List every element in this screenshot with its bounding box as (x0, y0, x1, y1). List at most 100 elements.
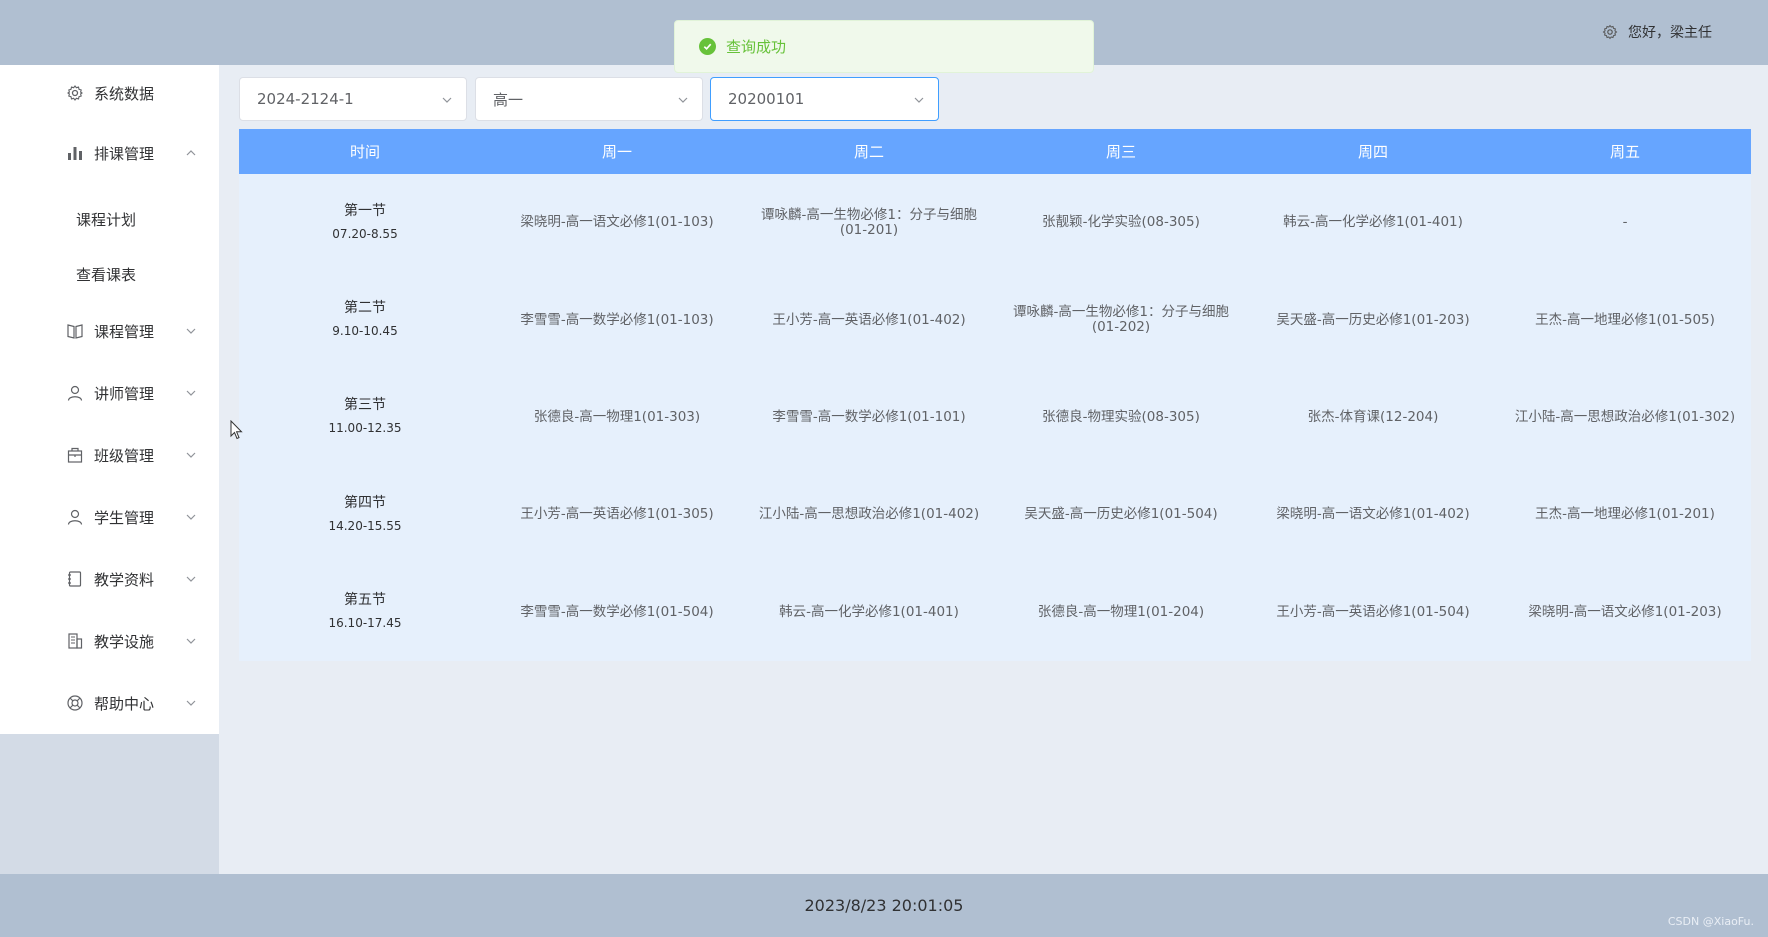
sidebar-subitem-label: 查看课表 (76, 265, 137, 284)
period-label: 第四节 (344, 494, 386, 511)
period-time: 07.20-8.55 (332, 226, 398, 241)
period-time: 9.10-10.45 (332, 324, 398, 339)
user-icon (67, 509, 83, 525)
class-cell[interactable]: 江小陆-高一思想政治必修1(01-302) (1499, 369, 1751, 466)
grade-select-value: 高一 (493, 90, 524, 109)
footer: 2023/8/23 20:01:05 CSDN @XiaoFu. (0, 874, 1768, 937)
sidebar-item-student-management[interactable]: 学生管理 (0, 489, 219, 545)
sidebar-item-label: 系统数据 (94, 84, 155, 103)
period-cell: 第三节 11.00-12.35 (239, 369, 491, 466)
sidebar-item-label: 排课管理 (94, 144, 155, 163)
class-cell[interactable]: 韩云-高一化学必修1(01-401) (1247, 174, 1499, 271)
class-cell[interactable]: 江小陆-高一思想政治必修1(01-402) (743, 466, 995, 563)
class-cell[interactable]: 谭咏麟-高一生物必修1：分子与细胞(01-201) (743, 174, 995, 271)
class-cell[interactable]: 张德良-高一物理1(01-303) (491, 369, 743, 466)
class-cell[interactable]: 王杰-高一地理必修1(01-505) (1499, 271, 1751, 368)
building-icon (67, 447, 83, 463)
sidebar-item-help-center[interactable]: 帮助中心 (0, 675, 219, 731)
class-cell[interactable]: 梁晓明-高一语文必修1(01-103) (491, 174, 743, 271)
sidebar-item-label: 教学设施 (94, 632, 155, 651)
sidebar-item-label: 教学资料 (94, 570, 155, 589)
sidebar-item-scheduling[interactable]: 排课管理 (0, 125, 219, 181)
class-cell[interactable]: 张靓颖-化学实验(08-305) (995, 174, 1247, 271)
sidebar-subitem-view-timetable[interactable]: 查看课表 (0, 249, 219, 299)
term-select-value: 2024-2124-1 (257, 90, 354, 108)
class-cell[interactable]: 李雪雪-高一数学必修1(01-103) (491, 271, 743, 368)
header-tuesday: 周二 (853, 143, 884, 161)
class-select-value: 20200101 (728, 90, 805, 108)
class-cell[interactable]: 梁晓明-高一语文必修1(01-203) (1499, 564, 1751, 661)
class-cell[interactable]: 王小芳-高一英语必修1(01-402) (743, 271, 995, 368)
timetable-body: 第一节 07.20-8.55 梁晓明-高一语文必修1(01-103) 谭咏麟-高… (239, 174, 1751, 661)
period-label: 第二节 (344, 300, 386, 317)
chevron-down-icon (442, 97, 452, 103)
period-label: 第一节 (344, 202, 386, 219)
chevron-down-icon (914, 97, 924, 103)
class-cell[interactable]: 张德良-高一物理1(01-204) (995, 564, 1247, 661)
class-cell[interactable]: 韩云-高一化学必修1(01-401) (743, 564, 995, 661)
header-friday: 周五 (1609, 143, 1640, 161)
term-select[interactable]: 2024-2124-1 (239, 77, 467, 121)
class-cell[interactable]: 李雪雪-高一数学必修1(01-504) (491, 564, 743, 661)
sidebar-item-label: 学生管理 (94, 508, 155, 527)
gear-icon (67, 85, 83, 101)
gear-icon[interactable] (1602, 24, 1618, 40)
period-time: 14.20-15.55 (328, 518, 402, 533)
class-cell[interactable]: 王杰-高一地理必修1(01-201) (1499, 466, 1751, 563)
class-cell[interactable]: - (1499, 174, 1751, 271)
header-time: 时间 (349, 143, 380, 161)
period-cell: 第四节 14.20-15.55 (239, 466, 491, 563)
period-time: 16.10-17.45 (328, 616, 402, 631)
sidebar-item-teaching-facilities[interactable]: 教学设施 (0, 613, 219, 669)
chevron-down-icon (186, 514, 196, 520)
user-greeting: 您好，梁主任 (1628, 25, 1712, 41)
class-cell[interactable]: 谭咏麟-高一生物必修1：分子与细胞(01-202) (995, 271, 1247, 368)
sidebar-item-label: 讲师管理 (94, 384, 155, 403)
table-row: 第三节 11.00-12.35 张德良-高一物理1(01-303) 李雪雪-高一… (239, 369, 1751, 466)
notebook-icon (68, 571, 82, 587)
sidebar: 系统数据 排课管理 课程计划 查看课表 课程管理 讲师管理 班级管理 学生管理 … (0, 65, 219, 734)
office-icon (68, 633, 83, 649)
user-area[interactable]: 您好，梁主任 (1602, 22, 1712, 42)
timetable: 时间 周一 周二 周三 周四 周五 第一节 07.20-8.55 梁晓明-高一语… (239, 129, 1751, 661)
toast-message: 查询成功 (726, 38, 787, 56)
sidebar-item-course-management[interactable]: 课程管理 (0, 303, 219, 359)
sidebar-filler (0, 734, 219, 874)
class-cell[interactable]: 李雪雪-高一数学必修1(01-101) (743, 369, 995, 466)
user-icon (67, 385, 83, 401)
sidebar-item-label: 班级管理 (94, 446, 155, 465)
chevron-up-icon (186, 150, 196, 156)
sidebar-item-class-management[interactable]: 班级管理 (0, 427, 219, 483)
chevron-down-icon (186, 638, 196, 644)
success-toast: 查询成功 (674, 20, 1094, 73)
sidebar-subitem-course-plan[interactable]: 课程计划 (0, 194, 219, 244)
chevron-down-icon (186, 390, 196, 396)
sidebar-item-teaching-materials[interactable]: 教学资料 (0, 551, 219, 607)
sidebar-item-label: 课程管理 (94, 322, 155, 341)
table-row: 第五节 16.10-17.45 李雪雪-高一数学必修1(01-504) 韩云-高… (239, 564, 1751, 661)
class-cell[interactable]: 梁晓明-高一语文必修1(01-402) (1247, 466, 1499, 563)
class-cell[interactable]: 王小芳-高一英语必修1(01-504) (1247, 564, 1499, 661)
period-cell: 第一节 07.20-8.55 (239, 174, 491, 271)
sidebar-item-label: 帮助中心 (94, 694, 155, 713)
watermark: CSDN @XiaoFu. (1667, 915, 1754, 928)
mouse-cursor-icon (230, 420, 243, 440)
class-cell[interactable]: 王小芳-高一英语必修1(01-305) (491, 466, 743, 563)
header-monday: 周一 (601, 143, 632, 161)
sidebar-subitem-label: 课程计划 (76, 210, 137, 229)
chevron-down-icon (186, 452, 196, 458)
footer-datetime: 2023/8/23 20:01:05 (804, 896, 964, 915)
grade-select[interactable]: 高一 (475, 77, 703, 121)
class-select[interactable]: 20200101 (710, 77, 939, 121)
sidebar-item-lecturer-management[interactable]: 讲师管理 (0, 365, 219, 421)
table-row: 第二节 9.10-10.45 李雪雪-高一数学必修1(01-103) 王小芳-高… (239, 271, 1751, 368)
check-circle-icon (699, 38, 716, 55)
sidebar-item-system-data[interactable]: 系统数据 (0, 65, 219, 121)
class-cell[interactable]: 张杰-体育课(12-204) (1247, 369, 1499, 466)
book-icon (67, 324, 83, 339)
class-cell[interactable]: 张德良-物理实验(08-305) (995, 369, 1247, 466)
period-label: 第五节 (344, 592, 386, 609)
class-cell[interactable]: 吴天盛-高一历史必修1(01-504) (995, 466, 1247, 563)
period-time: 11.00-12.35 (328, 421, 402, 436)
class-cell[interactable]: 吴天盛-高一历史必修1(01-203) (1247, 271, 1499, 368)
